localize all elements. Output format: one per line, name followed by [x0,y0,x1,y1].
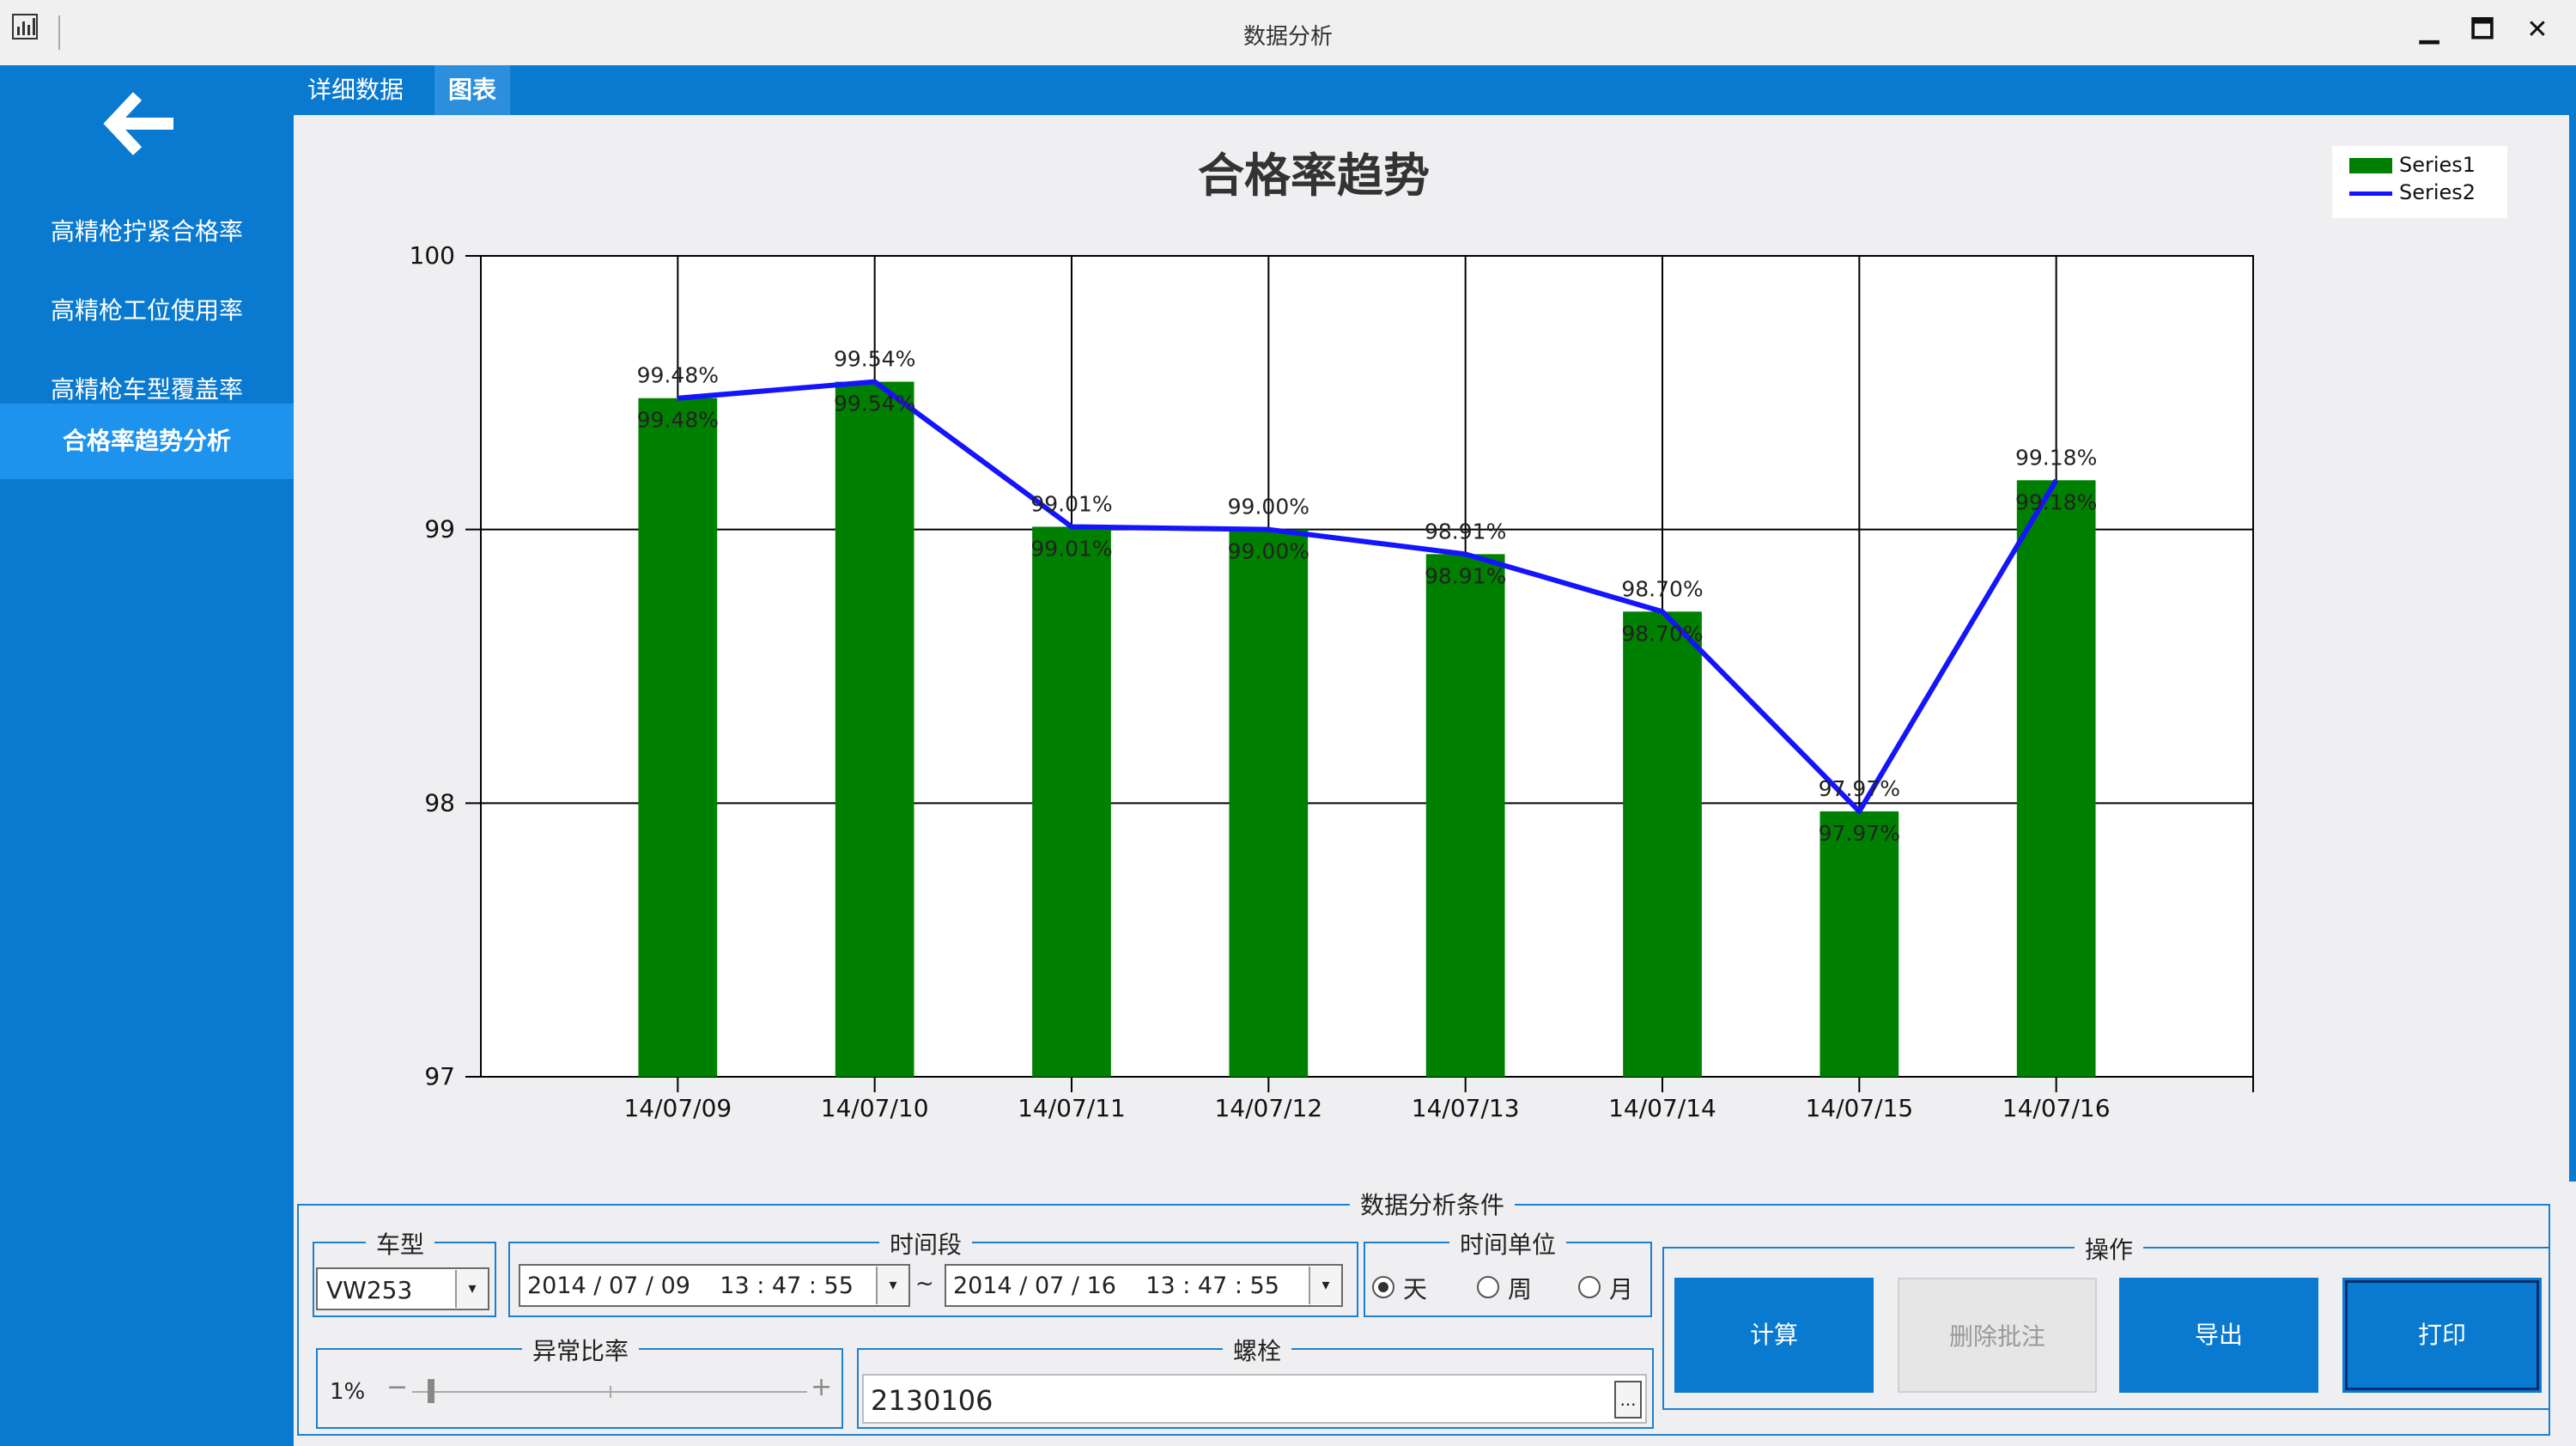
abnormal-ratio-title: 异常比率 [522,1333,640,1367]
print-button[interactable]: 打印 [2342,1278,2542,1393]
bar [1032,526,1111,1077]
bolt-input[interactable]: 2130106 ... [862,1374,1647,1424]
vehicle-group-title: 车型 [366,1226,435,1261]
bolt-title: 螺栓 [1223,1333,1292,1367]
bar [1820,811,1899,1077]
x-tick-label: 14/07/12 [1214,1094,1322,1122]
chart-legend: Series1 Series2 [2332,146,2507,218]
x-tick-label: 14/07/11 [1018,1094,1126,1122]
y-tick-label: 99 [424,515,455,544]
data-label-bar: 98.91% [1425,563,1506,588]
time-range-separator: ~ [915,1271,934,1297]
data-label-line: 98.91% [1425,519,1506,544]
bar [2016,480,2096,1077]
data-label-bar: 99.00% [1228,539,1309,564]
radio-week-label: 周 [1508,1275,1533,1303]
time-unit-title: 时间单位 [1449,1226,1567,1261]
export-button[interactable]: 导出 [2119,1278,2318,1393]
y-tick-label: 98 [424,788,455,817]
ratio-decrease-icon[interactable]: − [386,1372,408,1402]
x-tick-label: 14/07/16 [2002,1094,2111,1122]
abnormal-ratio-slider-thumb[interactable] [428,1379,435,1403]
data-label-line: 99.18% [2015,445,2097,470]
radio-day-label: 天 [1403,1275,1428,1303]
vehicle-value: VW253 [326,1276,413,1304]
start-datetime-dropdown-button[interactable]: ▾ [876,1267,908,1304]
x-tick-label: 14/07/15 [1805,1094,1913,1122]
data-label-line: 99.00% [1228,495,1309,519]
data-label-bar: 99.18% [2015,489,2097,514]
chart-canvas: 97 98 99 100 14/07/09 14/07/10 14/07/11 14/07/1… [410,241,2254,1122]
x-tick-label: 14/07/09 [623,1094,732,1122]
abnormal-ratio-value: 1% [330,1379,366,1405]
data-label-bar: 98.70% [1621,621,1703,646]
operations-title: 操作 [2075,1231,2144,1266]
radio-week[interactable] [1477,1276,1499,1298]
data-label-line: 97.97% [1819,776,1900,801]
ratio-increase-icon[interactable]: + [811,1372,832,1402]
bar [638,398,718,1077]
bar [1229,529,1309,1077]
x-tick-label: 14/07/10 [821,1094,929,1122]
vehicle-dropdown-button[interactable]: ▾ [455,1270,488,1308]
end-datetime-dropdown-button[interactable]: ▾ [1309,1267,1341,1304]
calculate-button[interactable]: 计算 [1674,1278,1874,1393]
data-label-bar: 99.48% [637,408,719,433]
start-datetime-value: 2014 / 07 / 09 13 : 47 : 55 [527,1273,854,1299]
legend-label-series2: Series2 [2399,180,2476,204]
data-label-bar: 99.54% [834,392,915,416]
time-range-title: 时间段 [879,1226,973,1261]
vehicle-select[interactable]: VW253 ▾ [316,1267,489,1310]
bolt-value: 2130106 [871,1384,993,1417]
data-label-line: 99.01% [1030,491,1112,516]
radio-month[interactable] [1578,1276,1601,1298]
data-label-line: 98.70% [1621,576,1703,601]
delete-annotation-button[interactable]: 删除批注 [1898,1278,2097,1393]
x-tick-label: 14/07/14 [1608,1094,1716,1122]
bar [1623,611,1702,1077]
data-label-line: 99.54% [834,347,915,372]
end-datetime-picker[interactable]: 2014 / 07 / 16 13 : 47 : 55 ▾ [945,1264,1343,1307]
radio-month-label: 月 [1609,1275,1634,1303]
legend-label-series1: Series1 [2399,153,2476,177]
y-tick-label: 100 [410,241,455,270]
slider-tick [610,1386,611,1398]
data-label-line: 99.48% [637,363,719,388]
plot-area [481,256,2253,1077]
y-tick-label: 97 [424,1062,455,1091]
start-datetime-picker[interactable]: 2014 / 07 / 09 13 : 47 : 55 ▾ [519,1264,910,1307]
bar [1425,554,1505,1077]
conditions-title: 数据分析条件 [1350,1187,1516,1221]
bar [835,381,914,1077]
legend-swatch-series2 [2349,191,2392,196]
end-datetime-value: 2014 / 07 / 16 13 : 47 : 55 [953,1273,1279,1299]
data-label-bar: 99.01% [1030,536,1112,561]
radio-day[interactable] [1372,1276,1394,1298]
bolt-browse-button[interactable]: ... [1614,1381,1642,1419]
data-label-bar: 97.97% [1819,821,1900,846]
legend-swatch-series1 [2349,158,2392,173]
x-tick-label: 14/07/13 [1412,1094,1520,1122]
